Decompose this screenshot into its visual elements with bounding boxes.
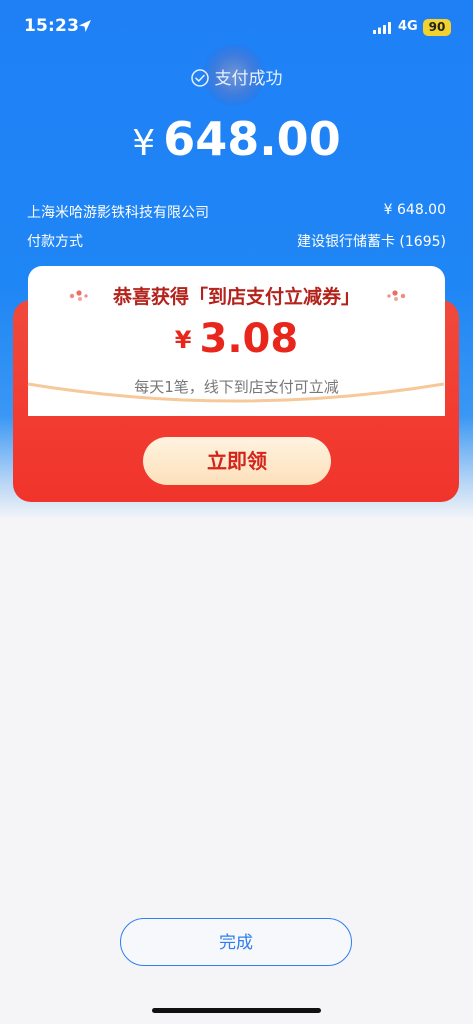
merchant-name: 上海米哈游影铁科技有限公司 bbox=[27, 205, 209, 221]
payment-status: 支付成功 bbox=[0, 64, 473, 89]
coupon-amount: 3.08 bbox=[199, 316, 299, 362]
amount-value: 648.00 bbox=[163, 112, 341, 166]
home-indicator bbox=[152, 1008, 321, 1013]
payment-status-text: 支付成功 bbox=[214, 69, 283, 89]
check-circle-icon bbox=[190, 69, 209, 87]
claim-coupon-button[interactable]: 立即领 bbox=[143, 437, 331, 485]
payment-method-label: 付款方式 bbox=[27, 234, 83, 250]
status-time: 15:23 bbox=[24, 16, 80, 36]
coupon-value: ¥3.08 bbox=[28, 316, 445, 362]
coupon-description: 每天1笔，线下到店支付可立减 bbox=[134, 378, 339, 396]
battery-indicator: 90 bbox=[423, 19, 451, 36]
payment-amount: ¥648.00 bbox=[0, 112, 473, 166]
coupon-title: 恭喜获得「到店支付立减券」 bbox=[112, 286, 360, 308]
location-arrow-icon bbox=[79, 20, 91, 32]
merchant-amount: ¥ 648.00 bbox=[383, 202, 446, 218]
currency-symbol: ¥ bbox=[132, 123, 156, 164]
signal-bars-icon bbox=[373, 22, 391, 34]
coupon-currency: ¥ bbox=[174, 326, 192, 354]
network-label: 4G bbox=[398, 19, 418, 34]
payment-method-value: 建设银行储蓄卡 (1695) bbox=[296, 234, 446, 250]
done-button[interactable]: 完成 bbox=[120, 918, 352, 966]
